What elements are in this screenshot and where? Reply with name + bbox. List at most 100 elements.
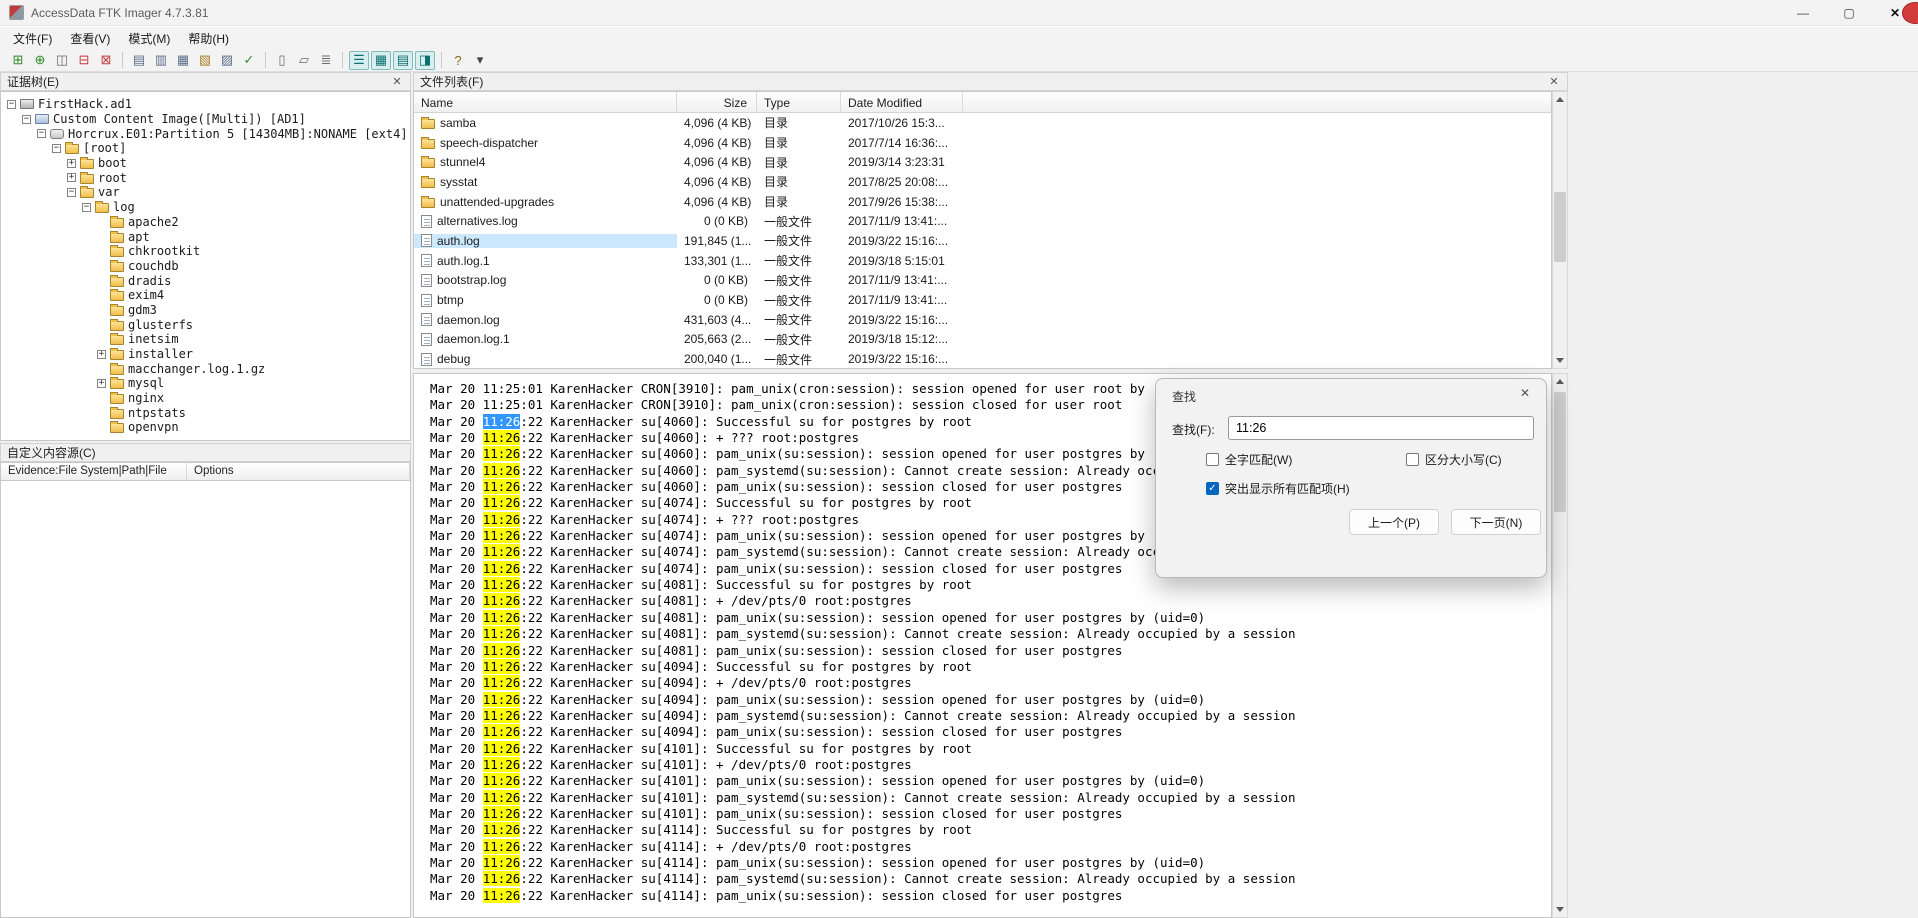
scrollbar-thumb[interactable] <box>1554 392 1566 512</box>
partition-icon <box>50 128 64 139</box>
tree-item[interactable]: apt <box>1 229 410 244</box>
tree-item[interactable]: − var <box>1 185 410 200</box>
collapse-icon[interactable]: − <box>52 143 61 153</box>
tree-item[interactable]: − Horcrux.E01:Partition 5 [14304MB]:NONAM… <box>1 126 410 141</box>
custom-content-col-evidence[interactable]: Evidence:File System|Path|File <box>1 463 187 480</box>
find-dialog-close-icon[interactable]: ✕ <box>1517 386 1533 400</box>
remove-evidence-item-icon[interactable]: ⊟ <box>74 51 94 70</box>
file-row[interactable]: daemon.log.1 205,663 (2... 一般文件 2019/3/18 1… <box>414 330 1551 350</box>
column-header-type[interactable]: Type <box>757 92 841 112</box>
view-pane-toggle-icon[interactable]: ◨ <box>415 50 435 70</box>
tree-item[interactable]: exim4 <box>1 288 410 303</box>
find-next-button[interactable]: 下一页(N) <box>1451 509 1541 535</box>
menu-view[interactable]: 查看(V) <box>61 27 119 50</box>
collapse-icon[interactable]: − <box>7 99 16 109</box>
file-row[interactable]: speech-dispatcher 4,096 (4 KB) 目录 2017/7/14… <box>414 133 1551 153</box>
tree-item[interactable]: macchanger.log.1.gz <box>1 361 410 376</box>
scrollbar-thumb[interactable] <box>1554 192 1566 262</box>
tree-item[interactable]: gdm3 <box>1 303 410 318</box>
file-row[interactable]: bootstrap.log 0 (0 KB) 一般文件 2017/11/9 13:41… <box>414 271 1551 291</box>
tree-item[interactable]: openvpn <box>1 420 410 435</box>
search-match: 11:26 <box>482 740 521 756</box>
export-disk-image-icon[interactable]: ▥ <box>151 51 171 70</box>
file-row[interactable]: daemon.log 431,603 (4... 一般文件 2019/3/22 15:… <box>414 310 1551 330</box>
tree-item[interactable]: + installer <box>1 347 410 362</box>
highlight-all-matches-checkbox[interactable] <box>1206 482 1219 495</box>
file-row[interactable]: auth.log.1 133,301 (1... 一般文件 2019/3/18 5:1… <box>414 251 1551 271</box>
file-list-scrollbar[interactable] <box>1552 91 1568 369</box>
tree-item[interactable]: dradis <box>1 273 410 288</box>
detect-efs-encryption-icon[interactable]: ▨ <box>217 51 237 70</box>
tree-item[interactable]: apache2 <box>1 215 410 230</box>
tree-item[interactable]: − FirstHack.ad1 <box>1 97 410 112</box>
add-evidence-item-icon[interactable]: ⊞ <box>8 51 28 70</box>
maximize-button[interactable]: ▢ <box>1826 0 1872 26</box>
minimize-button[interactable]: — <box>1780 0 1826 26</box>
hex-value-interpreter-icon[interactable]: ▦ <box>371 50 391 70</box>
menu-help[interactable]: 帮助(H) <box>179 27 238 50</box>
column-header-date-modified[interactable]: Date Modified <box>841 92 963 112</box>
file-type: 目录 <box>764 116 789 131</box>
file-row[interactable]: debug 200,040 (1... 一般文件 2019/3/22 15:16:..… <box>414 349 1551 368</box>
tree-item[interactable]: chkrootkit <box>1 244 410 259</box>
find-input[interactable] <box>1228 416 1534 440</box>
remove-all-evidence-items-icon[interactable]: ⊠ <box>96 51 116 70</box>
tree-item[interactable]: + boot <box>1 156 410 171</box>
expand-icon[interactable]: + <box>97 378 106 388</box>
capture-memory-icon[interactable]: ▦ <box>173 51 193 70</box>
new-document-icon[interactable]: ▯ <box>272 51 292 70</box>
match-case-checkbox[interactable] <box>1406 453 1419 466</box>
scroll-down-icon[interactable] <box>1553 353 1567 368</box>
toolbar-dropdown-icon[interactable]: ▾ <box>470 51 490 70</box>
image-mounting-icon[interactable]: ◫ <box>52 51 72 70</box>
properties-view-icon[interactable]: ☰ <box>349 50 369 70</box>
scroll-up-icon[interactable] <box>1553 92 1567 107</box>
custom-content-sources-icon[interactable]: ▤ <box>393 50 413 70</box>
tree-item-label: chkrootkit <box>128 244 201 259</box>
tree-item[interactable]: − log <box>1 200 410 215</box>
help-key-icon[interactable]: ? <box>448 51 468 70</box>
file-row[interactable]: btmp 0 (0 KB) 一般文件 2017/11/9 13:41:... <box>414 290 1551 310</box>
tree-item[interactable]: couchdb <box>1 259 410 274</box>
collapse-icon[interactable]: − <box>22 114 31 124</box>
menu-mode[interactable]: 模式(M) <box>119 27 179 50</box>
expand-icon[interactable]: + <box>97 349 106 359</box>
tree-item[interactable]: inetsim <box>1 332 410 347</box>
column-header-size[interactable]: Size <box>677 92 757 112</box>
custom-content-col-options[interactable]: Options <box>187 463 410 480</box>
file-row[interactable]: samba 4,096 (4 KB) 目录 2017/10/26 15:3... <box>414 113 1551 133</box>
find-previous-button[interactable]: 上一个(P) <box>1349 509 1439 535</box>
evidence-tree-close-icon[interactable]: ✕ <box>390 75 404 88</box>
scroll-up-icon[interactable] <box>1553 374 1567 389</box>
file-row[interactable]: stunnel4 4,096 (4 KB) 目录 2019/3/14 3:23:31 <box>414 152 1551 172</box>
collapse-icon[interactable]: − <box>82 202 91 212</box>
export-files-icon[interactable]: ▱ <box>294 51 314 70</box>
menu-file[interactable]: 文件(F) <box>4 27 61 50</box>
file-row[interactable]: unattended-upgrades 4,096 (4 KB) 目录 2017/9/… <box>414 192 1551 212</box>
expand-icon[interactable]: + <box>67 173 76 183</box>
file-row[interactable]: sysstat 4,096 (4 KB) 目录 2017/8/25 20:08:... <box>414 172 1551 192</box>
expand-icon[interactable]: + <box>67 158 76 168</box>
collapse-icon[interactable]: − <box>37 129 46 139</box>
export-file-hash-list-icon[interactable]: ≣ <box>316 51 336 70</box>
add-all-attached-devices-icon[interactable]: ⊕ <box>30 51 50 70</box>
log-viewer-scrollbar[interactable] <box>1552 373 1568 918</box>
tree-item[interactable]: + mysql <box>1 376 410 391</box>
match-whole-word-checkbox[interactable] <box>1206 453 1219 466</box>
collapse-icon[interactable]: − <box>67 187 76 197</box>
custom-content-title: 自定义内容源(C) <box>7 446 96 460</box>
tree-item[interactable]: − Custom Content Image([Multi]) [AD1] <box>1 112 410 127</box>
tree-item[interactable]: − [root] <box>1 141 410 156</box>
obtain-protected-files-icon[interactable]: ▧ <box>195 51 215 70</box>
create-disk-image-icon[interactable]: ▤ <box>129 51 149 70</box>
file-row[interactable]: alternatives.log 0 (0 KB) 一般文件 2017/11/9 13… <box>414 211 1551 231</box>
column-header-name[interactable]: Name <box>414 92 677 112</box>
file-row[interactable]: auth.log 191,845 (1... 一般文件 2019/3/22 15:16… <box>414 231 1551 251</box>
tree-item[interactable]: glusterfs <box>1 317 410 332</box>
verify-drive-image-icon[interactable]: ✓ <box>239 51 259 70</box>
tree-item[interactable]: nginx <box>1 391 410 406</box>
file-list-close-icon[interactable]: ✕ <box>1547 75 1561 88</box>
scroll-down-icon[interactable] <box>1553 902 1567 917</box>
tree-item[interactable]: ntpstats <box>1 405 410 420</box>
tree-item[interactable]: + root <box>1 170 410 185</box>
